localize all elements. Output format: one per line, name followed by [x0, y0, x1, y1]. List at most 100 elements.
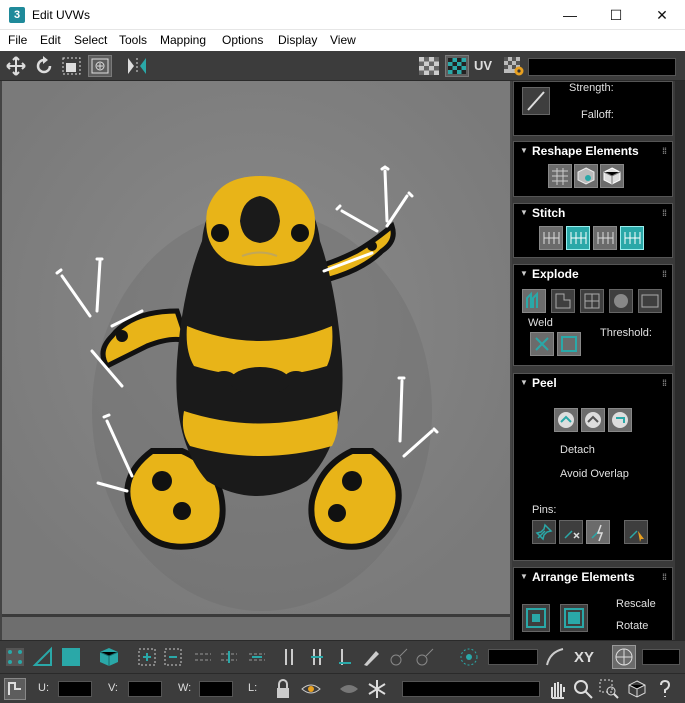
vertex-mode-icon[interactable] — [4, 646, 26, 668]
freeform-icon[interactable] — [88, 55, 112, 77]
rotate-label[interactable]: Rotate — [616, 620, 648, 632]
explode-by-seam-icon[interactable] — [638, 289, 662, 313]
u-field[interactable] — [58, 681, 92, 697]
menu-mapping[interactable]: Mapping — [160, 33, 206, 47]
rescale-label[interactable]: Rescale — [616, 598, 656, 610]
rotate-icon[interactable] — [32, 55, 56, 77]
stitch-target-icon[interactable] — [620, 226, 644, 250]
grip-icon: ⁞⁞ — [662, 572, 667, 582]
threshold-label: Threshold: — [600, 327, 652, 339]
loop-shrink-icon[interactable] — [246, 646, 268, 668]
polygon-mode-icon[interactable] — [60, 646, 82, 668]
relax-icon[interactable] — [574, 164, 598, 188]
world-space-icon[interactable] — [612, 645, 636, 669]
panel-scrollbar[interactable] — [675, 81, 685, 640]
stitch-average-icon[interactable] — [593, 226, 617, 250]
explode-by-polygon-icon[interactable] — [580, 289, 604, 313]
menu-file[interactable]: File — [8, 33, 27, 47]
peel-reset-icon[interactable] — [608, 408, 632, 432]
zoom-extents-icon[interactable] — [626, 678, 648, 700]
hide-icon[interactable] — [338, 678, 360, 700]
reshape-header[interactable]: ▼ Reshape Elements ⁞⁞ — [514, 142, 672, 160]
mirror-icon[interactable] — [124, 55, 148, 77]
uv-channel-field[interactable] — [528, 58, 676, 76]
brush-grow-icon[interactable] — [388, 646, 410, 668]
show-hidden-icon[interactable] — [300, 678, 322, 700]
peel-title: Peel — [532, 376, 557, 390]
pack-together-icon[interactable] — [560, 604, 588, 632]
ring-grow-icon[interactable] — [306, 646, 328, 668]
shrink-selection-icon[interactable] — [162, 646, 184, 668]
maximize-button[interactable]: ☐ — [593, 0, 639, 30]
zoom-icon[interactable] — [572, 678, 594, 700]
checker-active-icon[interactable] — [445, 55, 469, 77]
brush-size-icon[interactable] — [458, 646, 480, 668]
help-icon[interactable] — [654, 678, 676, 700]
element-mode-icon[interactable] — [98, 646, 120, 668]
checker-icon[interactable] — [417, 55, 441, 77]
w-field[interactable] — [199, 681, 233, 697]
pack-normalize-icon[interactable] — [522, 604, 550, 632]
paint-select-icon[interactable] — [360, 646, 382, 668]
stitch-header[interactable]: ▼ Stitch ⁞⁞ — [514, 204, 672, 222]
peel-header[interactable]: ▼ Peel ⁞⁞ — [514, 374, 672, 392]
menu-tools[interactable]: Tools — [119, 33, 147, 47]
menu-display[interactable]: Display — [278, 33, 317, 47]
explode-header[interactable]: ▼ Explode ⁞⁞ — [514, 265, 672, 283]
flatten-icon[interactable] — [600, 164, 624, 188]
top-toolbar: UV — [0, 51, 685, 81]
pins-label: Pins: — [532, 504, 557, 516]
transform-mode-icon[interactable] — [4, 678, 26, 700]
explode-by-island-icon[interactable] — [609, 289, 633, 313]
scale-icon[interactable] — [60, 55, 84, 77]
pin-auto-icon[interactable] — [586, 520, 610, 544]
zoom-region-icon[interactable] — [598, 678, 620, 700]
explode-by-material-icon[interactable] — [551, 289, 575, 313]
weld-selected-icon[interactable] — [530, 332, 554, 356]
minimize-button[interactable]: — — [547, 0, 593, 30]
explode-by-smoothing-icon[interactable] — [522, 289, 546, 313]
move-icon[interactable] — [4, 55, 28, 77]
pin-remove-icon[interactable] — [559, 520, 583, 544]
arrange-header[interactable]: ▼ Arrange Elements ⁞⁞ — [514, 568, 672, 586]
menu-select[interactable]: Select — [74, 33, 107, 47]
freeze-icon[interactable] — [366, 678, 388, 700]
detach-label[interactable]: Detach — [560, 444, 595, 456]
brush-size-field[interactable] — [488, 649, 538, 665]
stitch-custom-icon[interactable] — [539, 226, 563, 250]
weld-all-icon[interactable] — [557, 332, 581, 356]
uv-viewport[interactable] — [2, 81, 510, 614]
falloff-curve-icon[interactable] — [544, 646, 566, 668]
pan-hand-icon[interactable] — [546, 678, 568, 700]
menu-options[interactable]: Options — [222, 33, 263, 47]
xy-label[interactable]: XY — [574, 649, 594, 666]
rollout-reshape-elements: ▼ Reshape Elements ⁞⁞ — [513, 141, 673, 197]
avoid-overlap-label[interactable]: Avoid Overlap — [560, 468, 629, 480]
ring-shrink-icon[interactable] — [334, 646, 356, 668]
falloff-field[interactable] — [642, 649, 680, 665]
v-field[interactable] — [128, 681, 162, 697]
quick-peel-icon[interactable] — [554, 408, 578, 432]
menu-view[interactable]: View — [330, 33, 356, 47]
tool-panel: Strength: Falloff: ▼ Reshape Elements ⁞⁞… — [512, 81, 685, 640]
stitch-source-icon[interactable] — [566, 226, 590, 250]
loop-icon[interactable] — [192, 646, 214, 668]
collapse-arrow-icon: ▼ — [520, 146, 528, 155]
close-button[interactable]: ✕ — [639, 0, 685, 30]
straighten-icon[interactable] — [548, 164, 572, 188]
lock-icon[interactable] — [272, 678, 294, 700]
loop-grow-icon[interactable] — [218, 646, 240, 668]
selection-filter-field[interactable] — [402, 681, 540, 697]
collapse-arrow-icon: ▼ — [520, 208, 528, 217]
peel-mode-icon[interactable] — [581, 408, 605, 432]
strength-label: Strength: — [569, 82, 614, 94]
edge-mode-icon[interactable] — [32, 646, 54, 668]
ring-icon[interactable] — [278, 646, 300, 668]
grow-selection-icon[interactable] — [136, 646, 158, 668]
falloff-curve-icon[interactable] — [522, 87, 550, 115]
uv-settings-icon[interactable] — [502, 55, 526, 77]
pin-select-icon[interactable] — [624, 520, 648, 544]
pin-add-icon[interactable] — [532, 520, 556, 544]
menu-edit[interactable]: Edit — [40, 33, 61, 47]
brush-shrink-icon[interactable] — [414, 646, 436, 668]
